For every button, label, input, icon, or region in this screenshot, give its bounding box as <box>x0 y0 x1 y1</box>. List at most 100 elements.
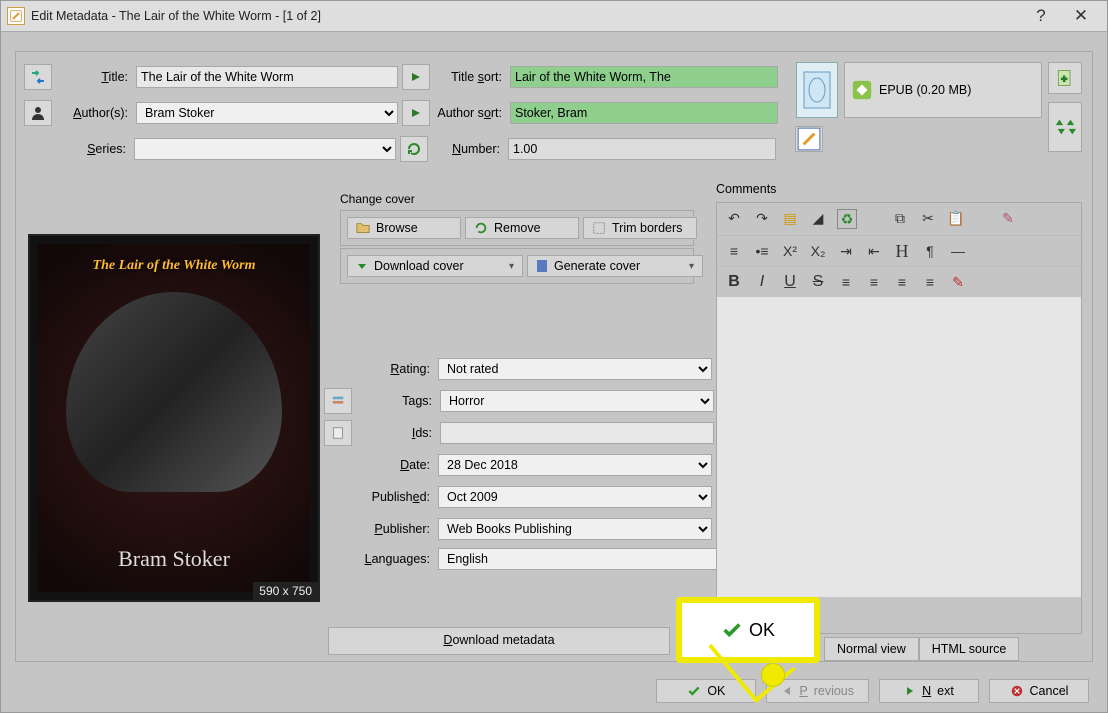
comments-editor: ↶ ↷ ▤ ◢ ♻ ⧉ ✂ 📋 ✎ ≡ •≡ X² X₂ ⇥ ⇤ H ¶ — B… <box>716 202 1082 634</box>
cancel-icon <box>1010 684 1024 698</box>
recycle-icon <box>474 221 488 235</box>
published-field[interactable]: Oct 2009 <box>438 486 712 508</box>
label-languages: Languages: <box>354 552 430 566</box>
erase-icon[interactable]: ◢ <box>809 209 827 227</box>
next-button[interactable]: Next <box>879 679 979 703</box>
label-rating: Rating: <box>354 362 430 376</box>
editor-toolbar-3: B I U S ≡ ≡ ≡ ≡ ✎ <box>717 267 1081 297</box>
label-author-sort: Author sort: <box>434 106 502 120</box>
align-right-icon[interactable]: ≡ <box>893 273 911 291</box>
editor-toolbar-2: ≡ •≡ X² X₂ ⇥ ⇤ H ¶ — <box>717 236 1081 267</box>
tags-editor-icon[interactable] <box>324 388 352 414</box>
recycle-format-button[interactable] <box>1048 102 1082 152</box>
label-comments: Comments <box>716 182 776 196</box>
publisher-field[interactable]: Web Books Publishing <box>438 518 712 540</box>
app-icon <box>7 7 25 25</box>
authors-field[interactable]: Bram Stoker <box>136 102 398 124</box>
align-justify-icon[interactable]: ≡ <box>921 273 939 291</box>
cover-preview[interactable]: The Lair of the White Worm Bram Stoker 5… <box>28 234 320 602</box>
series-field[interactable] <box>134 138 396 160</box>
outdent-icon[interactable]: ⇤ <box>865 242 883 260</box>
rating-field[interactable]: Not rated <box>438 358 712 380</box>
tags-field[interactable]: Horror <box>440 390 714 412</box>
heading-icon[interactable]: H <box>893 242 911 260</box>
ol-icon[interactable]: ≡ <box>725 242 743 260</box>
redo-icon[interactable]: ↷ <box>753 209 771 227</box>
label-number: Number: <box>432 142 500 156</box>
format-item: EPUB (0.20 MB) <box>879 83 971 97</box>
right-arrow-icon <box>904 685 916 697</box>
superscript-icon[interactable]: X² <box>781 242 799 260</box>
annotation-dot <box>761 663 785 687</box>
label-authors: Author(s): <box>56 106 128 120</box>
trim-borders-button[interactable]: Trim borders <box>583 217 697 239</box>
underline-icon[interactable]: U <box>781 273 799 291</box>
title-field[interactable] <box>136 66 398 88</box>
left-arrow-icon <box>781 685 793 697</box>
date-field[interactable]: 28 Dec 2018 <box>438 454 712 476</box>
align-left-icon[interactable]: ≡ <box>837 273 855 291</box>
bold-icon[interactable]: B <box>725 273 743 291</box>
title-bar: Edit Metadata - The Lair of the White Wo… <box>1 1 1107 32</box>
help-button[interactable]: ? <box>1021 6 1061 26</box>
author-sort-field[interactable] <box>510 102 778 124</box>
title-sort-button[interactable] <box>402 64 430 90</box>
epub-icon <box>851 79 873 101</box>
cover-dimensions: 590 x 750 <box>253 582 318 600</box>
select-all-icon[interactable]: ▤ <box>781 209 799 227</box>
formats-list[interactable]: EPUB (0.20 MB) <box>844 62 1042 118</box>
strike-icon[interactable]: S <box>809 273 827 291</box>
hr-icon[interactable]: — <box>949 242 967 260</box>
author-icon[interactable] <box>24 100 52 126</box>
cancel-button[interactable]: Cancel <box>989 679 1089 703</box>
ul-icon[interactable]: •≡ <box>753 242 771 260</box>
cover-title: The Lair of the White Worm <box>30 258 318 274</box>
label-publisher: Publisher: <box>354 522 430 536</box>
label-tags: Tags: <box>356 394 432 408</box>
download-metadata-button[interactable]: Download metadata <box>328 627 670 655</box>
remove-button[interactable]: Remove <box>465 217 579 239</box>
italic-icon[interactable]: I <box>753 273 771 291</box>
recycle-icon[interactable]: ♻ <box>837 209 857 229</box>
copy-icon[interactable]: ⧉ <box>891 209 909 227</box>
cover-author: Bram Stoker <box>30 546 318 572</box>
window-title: Edit Metadata - The Lair of the White Wo… <box>31 9 1021 23</box>
folder-icon <box>356 221 370 235</box>
generate-cover-button[interactable]: Generate cover▾ <box>527 255 703 277</box>
author-sort-button[interactable] <box>402 100 430 126</box>
title-sort-field[interactable] <box>510 66 778 88</box>
comments-textarea[interactable] <box>717 297 1081 597</box>
paragraph-icon[interactable]: ¶ <box>921 242 939 260</box>
tab-html-source[interactable]: HTML source <box>919 637 1020 661</box>
number-field[interactable] <box>508 138 776 160</box>
editor-toolbar-1: ↶ ↷ ▤ ◢ ♻ ⧉ ✂ 📋 ✎ <box>717 203 1081 236</box>
cover-thumbnail-button[interactable] <box>796 62 838 118</box>
ids-field[interactable] <box>440 422 714 444</box>
tab-normal-view[interactable]: Normal view <box>824 637 919 661</box>
label-series: Series: <box>54 142 126 156</box>
client-area: Title: Title sort: Author(s): Bram Stoke… <box>15 51 1093 662</box>
link-icon[interactable]: ✎ <box>999 209 1017 227</box>
window: Edit Metadata - The Lair of the White Wo… <box>0 0 1108 713</box>
align-center-icon[interactable]: ≡ <box>865 273 883 291</box>
trim-icon <box>592 221 606 235</box>
swap-title-icon[interactable] <box>24 64 52 90</box>
label-title: Title: <box>56 70 128 84</box>
series-recycle-button[interactable] <box>400 136 428 162</box>
add-format-button[interactable] <box>1048 62 1082 94</box>
indent-icon[interactable]: ⇥ <box>837 242 855 260</box>
label-ids: Ids: <box>356 426 432 440</box>
close-button[interactable]: ✕ <box>1061 6 1101 26</box>
paste-icon[interactable]: 📋 <box>947 209 965 227</box>
undo-icon[interactable]: ↶ <box>725 209 743 227</box>
subscript-icon[interactable]: X₂ <box>809 242 827 260</box>
color-icon[interactable]: ✎ <box>949 273 967 291</box>
cut-icon[interactable]: ✂ <box>919 209 937 227</box>
browse-button[interactable]: Browse <box>347 217 461 239</box>
languages-field[interactable]: English <box>438 548 742 570</box>
download-cover-button[interactable]: Download cover▾ <box>347 255 523 277</box>
label-published: Published: <box>354 490 430 504</box>
book-icon <box>536 259 548 273</box>
ids-paste-icon[interactable] <box>324 420 352 446</box>
edit-metadata-icon[interactable] <box>795 126 823 152</box>
